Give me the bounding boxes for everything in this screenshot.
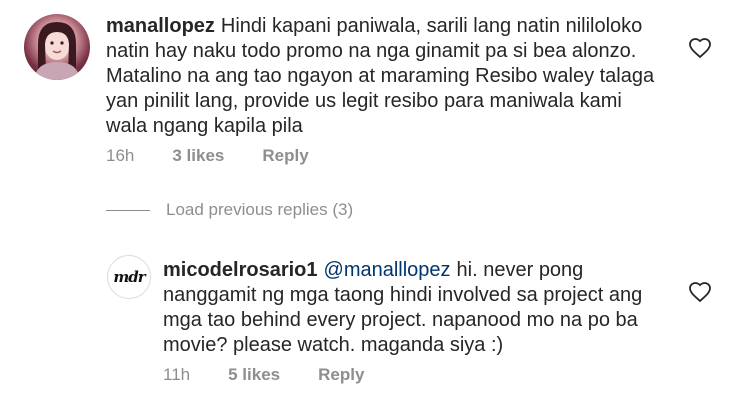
- profile-photo-icon: [34, 22, 80, 80]
- comment-time: 11h: [163, 365, 191, 384]
- comment-body-line: nanggamit ng mga taong hindi involved sa…: [163, 284, 643, 306]
- comment-body-line: Hindi kapani paniwala, sarili lang natin…: [220, 15, 643, 37]
- comment-body-line: hi. never pong: [456, 259, 584, 281]
- heart-outline-icon[interactable]: [688, 36, 712, 60]
- comment-2-text: micodelrosario1 @manalllopez hi. never pon…: [163, 258, 642, 358]
- comment-body-line: yan pinilit lang, provide us legit resib…: [106, 90, 622, 112]
- comment-username[interactable]: manallopez: [106, 15, 215, 37]
- reply-button[interactable]: Reply: [318, 365, 364, 385]
- comment-body-line: movie? please watch. maganda siya :): [163, 334, 504, 356]
- likes-count-button[interactable]: 5 likes: [228, 365, 280, 385]
- comment-1-meta: 16h 3 likes Reply: [106, 146, 347, 166]
- comment-2-meta: 11h 5 likes Reply: [163, 365, 402, 385]
- comment-body-line: wala ngang kapila pila: [106, 115, 303, 137]
- comment-1-text: manallopez Hindi kapani paniwala, sarili …: [106, 14, 654, 139]
- avatar-logo-text: mdr: [113, 268, 145, 286]
- mention-link[interactable]: @manalllopez: [324, 259, 451, 281]
- comment-body-line: natin hay naku todo promo na nga ginamit…: [106, 40, 637, 62]
- comment-body-line: Matalino na ang tao ngayon at maraming R…: [106, 65, 655, 87]
- avatar-micodelrosario1[interactable]: mdr: [107, 255, 151, 299]
- comment-username[interactable]: micodelrosario1: [163, 259, 318, 281]
- comment-time: 16h: [106, 146, 135, 165]
- divider-line: [106, 209, 150, 211]
- avatar-manallopez[interactable]: [24, 14, 90, 80]
- likes-count-button[interactable]: 3 likes: [172, 146, 224, 166]
- load-previous-replies-button[interactable]: Load previous replies (3): [106, 200, 353, 220]
- heart-outline-icon[interactable]: [688, 280, 712, 304]
- load-previous-label: Load previous replies (3): [166, 200, 354, 219]
- reply-button[interactable]: Reply: [262, 146, 308, 166]
- comment-body-line: mga tao behind every project. napanood m…: [163, 309, 638, 331]
